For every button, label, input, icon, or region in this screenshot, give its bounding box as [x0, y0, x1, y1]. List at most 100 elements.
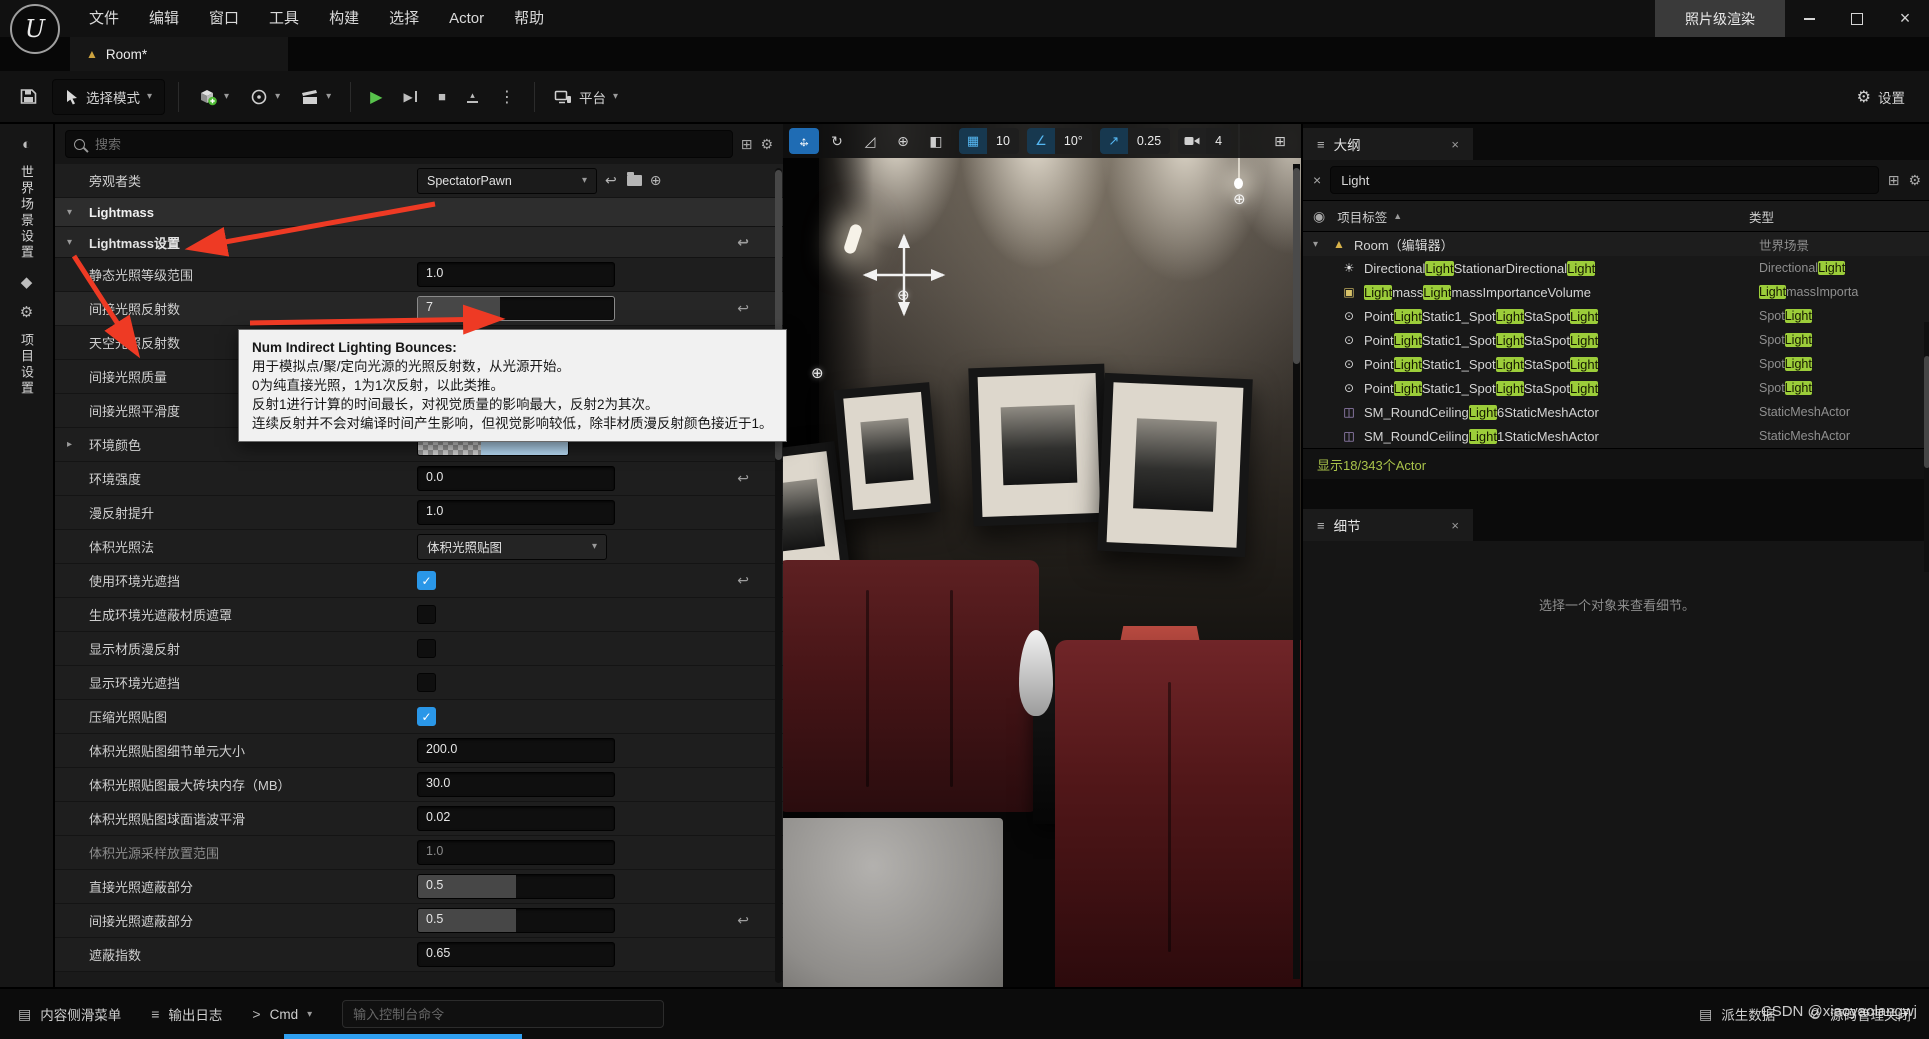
- menu-item[interactable]: 帮助: [499, 0, 559, 37]
- menu-item[interactable]: 选择: [374, 0, 434, 37]
- light-sprite-icon[interactable]: ⊕: [811, 364, 824, 382]
- menu-item[interactable]: 工具: [254, 0, 314, 37]
- level-viewport[interactable]: ⊕ ⊕ ⊕ ↔ ↕ ↻ ◿ ⊕ ◧ ▦ 10: [783, 124, 1301, 987]
- type-column-header[interactable]: 类型: [1749, 207, 1921, 226]
- output-log-button[interactable]: ≡ 输出日志: [151, 1004, 222, 1024]
- outliner-row[interactable]: ⊙PointLightStatic1_SpotLightStaSpotLight…: [1303, 304, 1929, 328]
- detail-view-options-icon[interactable]: ⊞: [741, 136, 753, 153]
- expander-icon[interactable]: ▸: [67, 439, 89, 450]
- reset-to-default-icon[interactable]: ↩: [737, 912, 749, 929]
- checkbox[interactable]: ✓: [417, 571, 436, 590]
- add-actor-button[interactable]: ▾: [192, 80, 235, 114]
- scale-snap-value[interactable]: 0.25: [1128, 128, 1170, 154]
- tab-details[interactable]: ≡ 细节 ×: [1303, 509, 1473, 541]
- checkbox[interactable]: [417, 605, 436, 624]
- menu-item[interactable]: 窗口: [194, 0, 254, 37]
- menu-item[interactable]: 构建: [314, 0, 374, 37]
- close-icon[interactable]: ×: [1451, 137, 1459, 152]
- add-asset-icon[interactable]: ⊕: [650, 172, 662, 189]
- outliner-row[interactable]: ⊙PointLightStatic1_SpotLightStaSpotLight…: [1303, 376, 1929, 400]
- play-options-button[interactable]: ⋮: [493, 80, 521, 114]
- level-tab[interactable]: ▲ Room*: [70, 37, 288, 71]
- close-button[interactable]: ×: [1881, 0, 1929, 37]
- eject-button[interactable]: ▴: [461, 80, 484, 114]
- tab-project-settings[interactable]: 项目设置: [17, 333, 36, 397]
- number-input[interactable]: 0.5: [417, 874, 615, 899]
- minimize-button[interactable]: [1785, 0, 1833, 37]
- expander-icon[interactable]: ▾: [67, 237, 81, 248]
- checkbox[interactable]: [417, 673, 436, 692]
- outliner-search-input[interactable]: [1339, 172, 1870, 189]
- console-command-input[interactable]: [342, 1000, 664, 1028]
- move-gizmo[interactable]: [849, 220, 959, 330]
- browse-asset-icon[interactable]: [627, 175, 642, 186]
- outliner-row[interactable]: ▾▲Room（编辑器）世界场景: [1303, 232, 1929, 256]
- checkbox[interactable]: [417, 639, 436, 658]
- close-icon[interactable]: ×: [1451, 518, 1459, 533]
- save-button[interactable]: [14, 80, 43, 114]
- maximize-button[interactable]: [1833, 0, 1881, 37]
- outliner-row[interactable]: ⊙PointLightStatic1_SpotLightStaSpotLight…: [1303, 352, 1929, 376]
- rotation-snap-control[interactable]: ∠ 10°: [1027, 128, 1092, 154]
- outliner-settings-icon[interactable]: ⚙: [1908, 172, 1921, 189]
- quad-view-button[interactable]: ⊞: [1265, 128, 1295, 154]
- scrollbar[interactable]: [1924, 322, 1929, 572]
- use-selected-asset-icon[interactable]: ↩: [605, 172, 617, 189]
- spectator-class-dropdown[interactable]: SpectatorPawn ▾: [417, 168, 597, 194]
- light-sprite-icon[interactable]: ⊕: [1233, 190, 1246, 208]
- settings-search-box[interactable]: [65, 130, 733, 158]
- scrollbar[interactable]: [775, 168, 782, 983]
- search-input[interactable]: [93, 136, 724, 153]
- photoreal-render-button[interactable]: 照片级渲染: [1655, 0, 1785, 37]
- scale-tool-button[interactable]: ◿: [855, 128, 885, 154]
- number-input[interactable]: 0.65: [417, 942, 615, 967]
- cmd-dropdown[interactable]: > Cmd ▾: [252, 1006, 312, 1022]
- number-input[interactable]: 1.0: [417, 500, 615, 525]
- reset-to-default-icon[interactable]: ↩: [737, 300, 749, 317]
- settings-button[interactable]: ⚙ 设置: [1851, 80, 1911, 114]
- number-input[interactable]: 0.02: [417, 806, 615, 831]
- reset-to-default-icon[interactable]: ↩: [737, 572, 749, 589]
- category-lightmass-settings[interactable]: ▾ Lightmass设置 ↩: [55, 227, 783, 258]
- expander-icon[interactable]: ▾: [67, 207, 81, 218]
- outliner-row[interactable]: ▣LightmassLightmassImportanceVolumeLight…: [1303, 280, 1929, 304]
- eye-icon[interactable]: ◉: [1313, 208, 1325, 225]
- platforms-dropdown[interactable]: 平台 ▾: [548, 80, 624, 114]
- stop-button[interactable]: ■: [432, 80, 452, 114]
- menu-item[interactable]: 文件: [74, 0, 134, 37]
- expander-icon[interactable]: ▾: [1313, 239, 1329, 250]
- cinematics-button[interactable]: ▾: [295, 80, 337, 114]
- outliner-row[interactable]: ⊙PointLightStatic1_SpotLightStaSpotLight…: [1303, 328, 1929, 352]
- frame-skip-button[interactable]: ▶: [397, 80, 423, 114]
- outliner-row[interactable]: ◫SM_RoundCeilingLight1StaticMeshActorSta…: [1303, 424, 1929, 448]
- tab-outliner[interactable]: ≡ 大纲 ×: [1303, 128, 1473, 160]
- clear-search-icon[interactable]: ×: [1313, 172, 1321, 188]
- blueprints-button[interactable]: ▾: [244, 80, 286, 114]
- scale-snap-control[interactable]: ↗ 0.25: [1100, 128, 1170, 154]
- outliner-row[interactable]: ◫SM_RoundCeilingLight6StaticMeshActorSta…: [1303, 400, 1929, 424]
- grid-snap-value[interactable]: 10: [987, 128, 1019, 154]
- move-tool-button[interactable]: ↔ ↕: [789, 128, 819, 154]
- rotation-snap-value[interactable]: 10°: [1055, 128, 1092, 154]
- camera-speed-value[interactable]: 4: [1206, 128, 1231, 154]
- unreal-logo-icon[interactable]: U: [10, 4, 60, 54]
- dropdown[interactable]: 体积光照贴图▾: [417, 534, 607, 560]
- menu-item[interactable]: 编辑: [134, 0, 194, 37]
- label-column-header[interactable]: 项目标签: [1337, 207, 1387, 226]
- play-button[interactable]: ▶: [364, 80, 388, 114]
- tab-world-settings[interactable]: 世界场景设置: [17, 165, 36, 261]
- scrollbar-thumb[interactable]: [1293, 168, 1300, 364]
- number-input[interactable]: 30.0: [417, 772, 615, 797]
- number-input[interactable]: 0.5: [417, 908, 615, 933]
- outliner-row[interactable]: ☀DirectionalLightStationarDirectionalLig…: [1303, 256, 1929, 280]
- add-filter-icon[interactable]: ⊞: [1888, 172, 1900, 189]
- scrollbar[interactable]: [1293, 164, 1300, 979]
- number-input[interactable]: 7: [417, 296, 615, 321]
- reset-to-default-icon[interactable]: ↩: [737, 234, 749, 251]
- content-drawer-button[interactable]: ▤ 内容侧滑菜单: [18, 1004, 121, 1024]
- number-input[interactable]: 1.0: [417, 262, 615, 287]
- grid-snap-control[interactable]: ▦ 10: [959, 128, 1019, 154]
- scrollbar-thumb[interactable]: [1924, 356, 1929, 468]
- category-lightmass[interactable]: ▾ Lightmass: [55, 198, 783, 227]
- camera-speed-control[interactable]: 4: [1178, 128, 1231, 154]
